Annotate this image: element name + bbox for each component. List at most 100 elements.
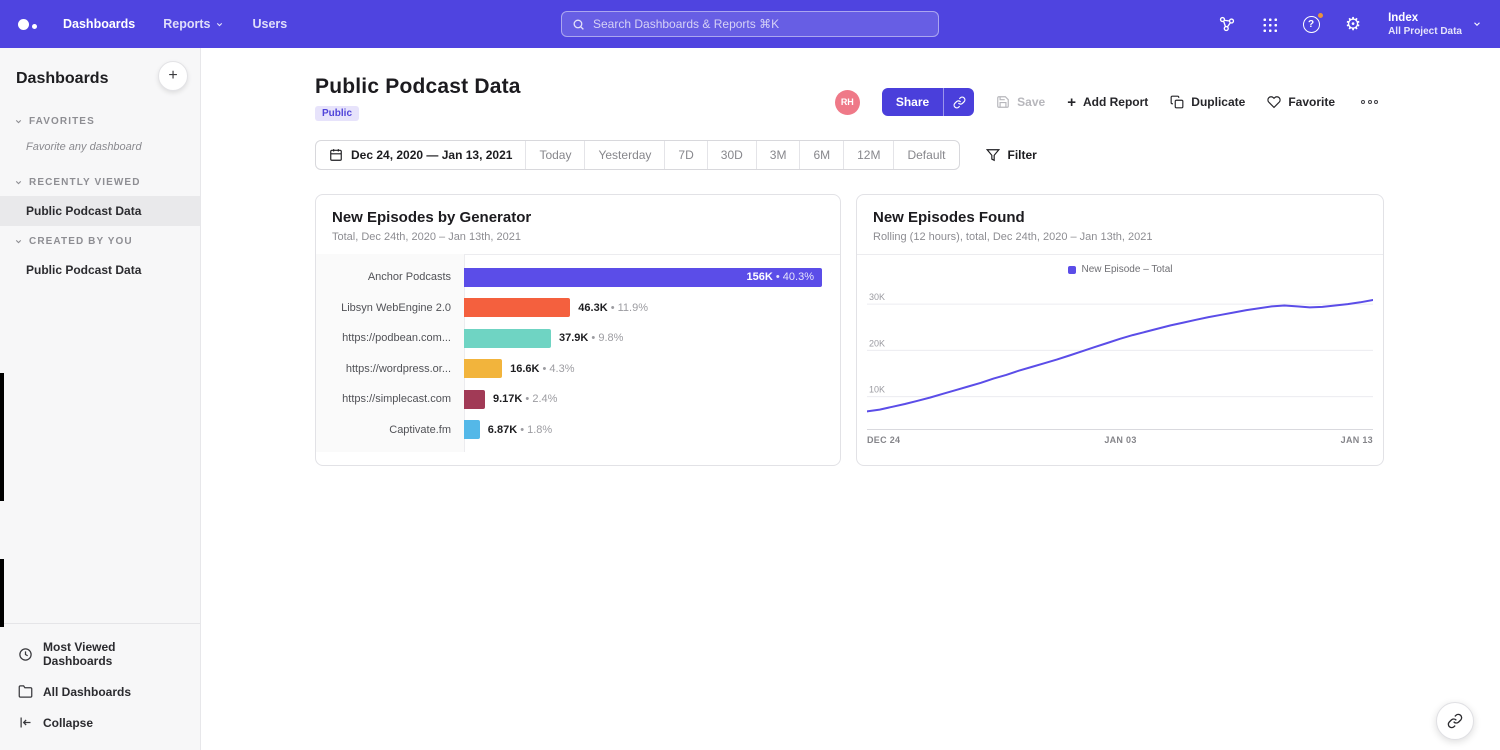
search-input[interactable]	[593, 17, 928, 31]
help-icon[interactable]: ?	[1300, 13, 1322, 35]
mixpanel-logo-icon[interactable]	[18, 19, 37, 30]
report-cards: New Episodes by Generator Total, Dec 24t…	[315, 194, 1500, 466]
dashboard-actions: RH Share Save + Add Report Dup	[835, 88, 1382, 116]
svg-text:20K: 20K	[869, 338, 885, 348]
preset-7d[interactable]: 7D	[664, 141, 706, 169]
line-chart-svg[interactable]: 30K 20K 10K	[867, 281, 1373, 429]
bar-track: 6.87K • 1.8%	[464, 415, 840, 446]
x-tick: DEC 24	[867, 435, 900, 445]
card-subtitle: Rolling (12 hours), total, Dec 24th, 202…	[873, 231, 1367, 243]
heart-icon	[1267, 95, 1281, 109]
bar-value-label: 46.3K • 11.9%	[578, 302, 648, 314]
bar-row: Captivate.fm6.87K • 1.8%	[316, 415, 840, 446]
bar-category-label: https://podbean.com...	[316, 332, 464, 344]
nav-item-users[interactable]: Users	[252, 17, 287, 31]
sidebar-item-public-podcast-data-created[interactable]: Public Podcast Data	[0, 255, 200, 285]
copy-link-fab[interactable]	[1436, 702, 1474, 740]
preset-12m[interactable]: 12M	[843, 141, 893, 169]
apps-grid-icon[interactable]	[1258, 13, 1280, 35]
bar-value-label: 37.9K • 9.8%	[559, 332, 623, 344]
bar-track: 37.9K • 9.8%	[464, 323, 840, 354]
svg-text:10K: 10K	[869, 385, 885, 395]
bar-segment[interactable]	[464, 329, 551, 348]
bar-segment[interactable]	[464, 298, 570, 317]
nav-item-dashboards[interactable]: Dashboards	[63, 17, 135, 31]
settings-gear-icon[interactable]: ⚙	[1342, 13, 1364, 35]
copy-link-button[interactable]	[943, 88, 974, 116]
card-subtitle: Total, Dec 24th, 2020 – Jan 13th, 2021	[332, 231, 824, 243]
chart-legend: New Episode – Total	[857, 255, 1383, 279]
favorite-button[interactable]: Favorite	[1267, 95, 1335, 109]
preset-6m[interactable]: 6M	[799, 141, 843, 169]
avatar[interactable]: RH	[835, 90, 860, 115]
x-tick: JAN 13	[1341, 435, 1373, 445]
date-range-control: Dec 24, 2020 — Jan 13, 2021 Today Yester…	[315, 140, 960, 170]
share-button-group: Share	[882, 88, 974, 116]
project-scope: All Project Data	[1388, 26, 1462, 37]
most-viewed-dashboards-link[interactable]: Most Viewed Dashboards	[0, 632, 200, 676]
bar-track: 9.17K • 2.4%	[464, 384, 840, 415]
project-selector[interactable]: Index All Project Data	[1388, 12, 1482, 37]
visibility-badge: Public	[315, 106, 359, 121]
bar-track: 16.6K • 4.3%	[464, 354, 840, 385]
bar-category-label: https://simplecast.com	[316, 393, 464, 405]
data-connections-icon[interactable]	[1216, 13, 1238, 35]
bar-chart: Anchor Podcasts156K • 40.3%Libsyn WebEng…	[316, 255, 840, 452]
bar-category-label: Libsyn WebEngine 2.0	[316, 302, 464, 314]
date-range-picker[interactable]: Dec 24, 2020 — Jan 13, 2021	[316, 141, 525, 169]
share-button[interactable]: Share	[882, 88, 943, 116]
notification-dot	[1317, 12, 1324, 19]
more-options-button[interactable]	[1357, 96, 1382, 108]
bar-value-label: 9.17K • 2.4%	[493, 393, 557, 405]
dashboards-sidebar: Dashboards + FAVORITES Favorite any dash…	[0, 48, 201, 750]
sidebar-footer: Most Viewed Dashboards All Dashboards Co…	[0, 623, 200, 750]
add-dashboard-button[interactable]: +	[158, 61, 188, 91]
nav-item-reports[interactable]: Reports	[163, 17, 224, 31]
bar-value-label: 16.6K • 4.3%	[510, 363, 574, 375]
screen-edge-artifact	[0, 559, 4, 627]
save-button[interactable]: Save	[996, 95, 1045, 109]
search-icon	[572, 18, 585, 31]
svg-text:30K: 30K	[869, 292, 885, 302]
bar-row: https://simplecast.com 9.17K • 2.4%	[316, 384, 840, 415]
bar-segment[interactable]: 156K • 40.3%	[464, 268, 822, 287]
preset-3m[interactable]: 3M	[756, 141, 800, 169]
section-recently-viewed[interactable]: RECENTLY VIEWED	[0, 167, 200, 196]
preset-yesterday[interactable]: Yesterday	[584, 141, 664, 169]
report-card-new-episodes-found[interactable]: New Episodes Found Rolling (12 hours), t…	[856, 194, 1384, 466]
preset-default[interactable]: Default	[893, 141, 958, 169]
app-window: Dashboards Reports Users ? ⚙ Index	[0, 0, 1500, 750]
link-icon	[1447, 713, 1463, 729]
main-content: Public Podcast Data Public RH Share Save…	[201, 48, 1500, 750]
all-dashboards-link[interactable]: All Dashboards	[0, 676, 200, 707]
chevron-down-icon	[14, 178, 23, 187]
add-report-button[interactable]: + Add Report	[1067, 95, 1148, 110]
filter-button[interactable]: Filter	[986, 148, 1037, 162]
bar-track: 46.3K • 11.9%	[464, 293, 840, 324]
favorites-empty-state: Favorite any dashboard	[0, 135, 200, 167]
section-favorites[interactable]: FAVORITES	[0, 106, 200, 135]
chevron-down-icon	[215, 20, 224, 29]
report-card-new-episodes-by-generator[interactable]: New Episodes by Generator Total, Dec 24t…	[315, 194, 841, 466]
most-viewed-icon	[18, 647, 33, 662]
preset-today[interactable]: Today	[525, 141, 584, 169]
preset-30d[interactable]: 30D	[707, 141, 756, 169]
sidebar-item-public-podcast-data[interactable]: Public Podcast Data	[0, 196, 200, 226]
line-series[interactable]	[867, 300, 1373, 411]
primary-nav: Dashboards Reports Users	[63, 17, 287, 31]
bar-segment[interactable]	[464, 420, 480, 439]
calendar-icon	[329, 148, 343, 162]
legend-label: New Episode – Total	[1082, 264, 1173, 275]
bar-segment[interactable]	[464, 359, 502, 378]
filter-funnel-icon	[986, 148, 1000, 162]
collapse-sidebar-button[interactable]: Collapse	[0, 707, 200, 738]
plus-icon: +	[1067, 95, 1076, 110]
bar-segment[interactable]	[464, 390, 485, 409]
duplicate-icon	[1170, 95, 1184, 109]
global-search[interactable]	[561, 11, 939, 37]
duplicate-button[interactable]: Duplicate	[1170, 95, 1245, 109]
section-created-by-you[interactable]: CREATED BY YOU	[0, 226, 200, 255]
collapse-icon	[18, 715, 33, 730]
bar-row: Libsyn WebEngine 2.0 46.3K • 11.9%	[316, 293, 840, 324]
save-icon	[996, 95, 1010, 109]
